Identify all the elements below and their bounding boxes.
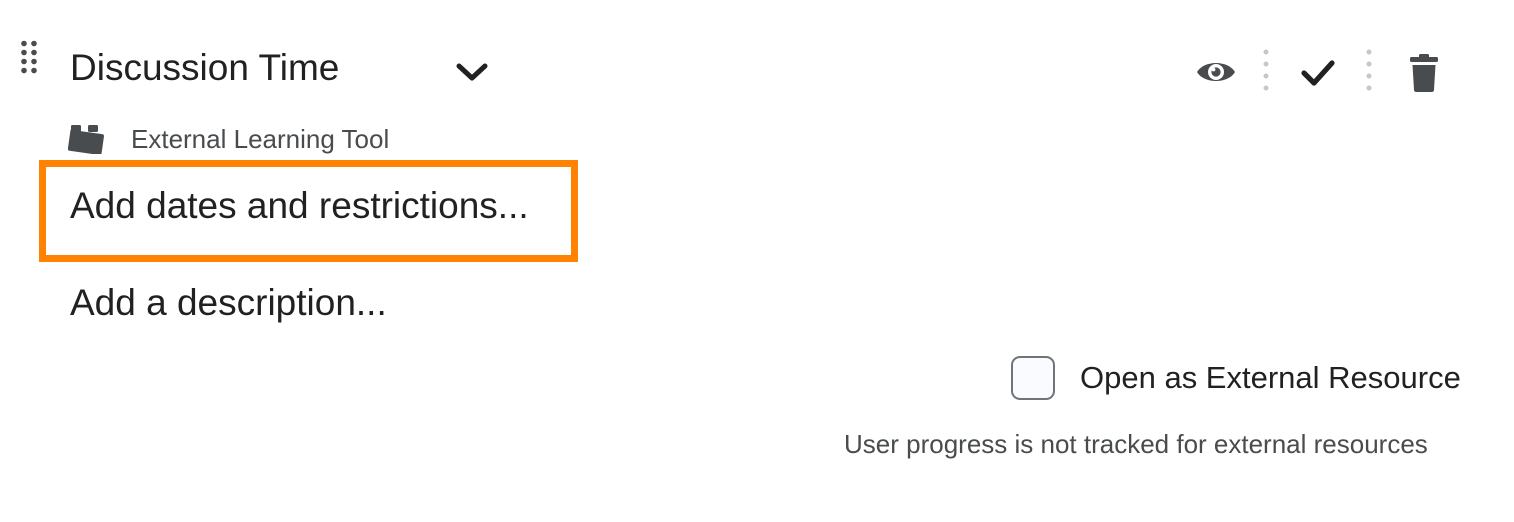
add-description-link[interactable]: Add a description... xyxy=(70,280,387,326)
item-title[interactable]: Discussion Time xyxy=(70,44,339,92)
toolbar-divider xyxy=(1366,46,1372,94)
open-external-label[interactable]: Open as External Resource xyxy=(1080,358,1461,398)
drag-handle-icon[interactable] xyxy=(20,40,40,74)
checkmark-icon[interactable] xyxy=(1298,52,1338,92)
puzzle-block-icon xyxy=(67,124,106,156)
chevron-down-icon[interactable] xyxy=(454,56,490,88)
toolbar-divider xyxy=(1263,46,1269,94)
trash-icon[interactable] xyxy=(1404,50,1444,94)
add-dates-restrictions-link[interactable]: Add dates and restrictions... xyxy=(70,183,529,229)
visibility-eye-icon[interactable] xyxy=(1194,54,1238,90)
tool-type-label: External Learning Tool xyxy=(131,124,390,154)
external-helper-text: User progress is not tracked for externa… xyxy=(844,429,1428,459)
open-external-checkbox[interactable] xyxy=(1011,356,1055,400)
